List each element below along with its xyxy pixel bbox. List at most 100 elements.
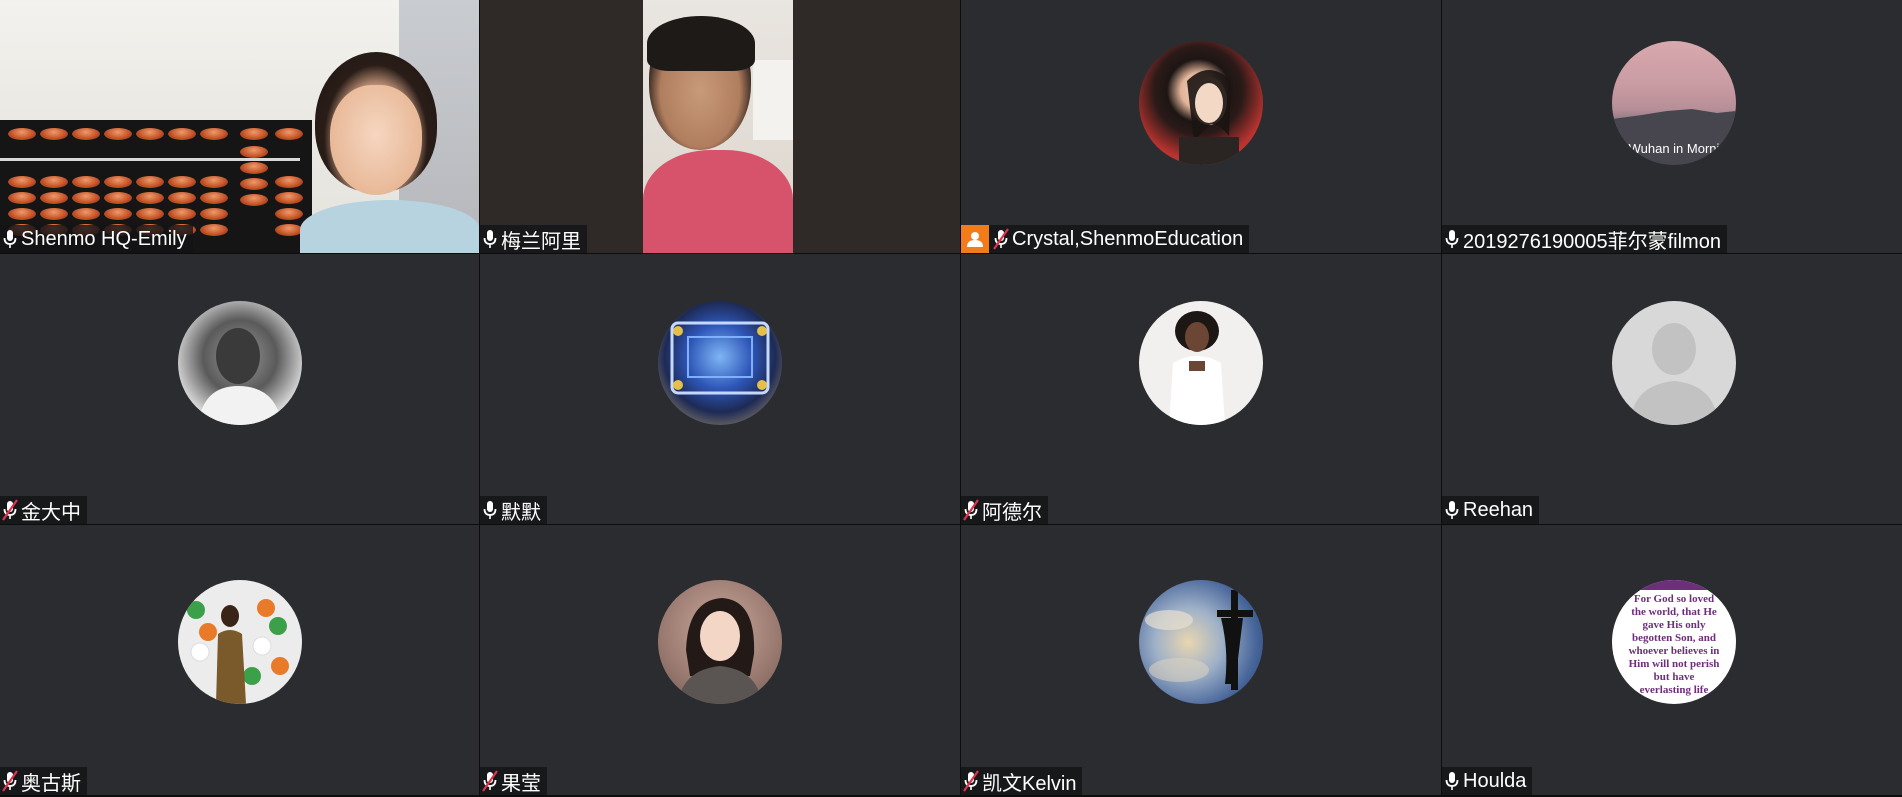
abacus-bead	[275, 128, 303, 140]
abacus-bead	[104, 208, 132, 220]
participant-tile-1[interactable]: Shenmo HQ-Emily	[0, 0, 479, 253]
abacus-bead	[168, 192, 196, 204]
participant-tile-10[interactable]: 果莹	[480, 525, 960, 795]
participant-name-tag: 奥古斯	[0, 767, 87, 795]
abacus-bead	[275, 208, 303, 220]
participant-name: 金大中	[21, 501, 81, 524]
participant-name-tag: 默默	[480, 496, 547, 524]
abacus-bead	[200, 128, 228, 140]
participant-avatar: For God so loved the world, that He gave…	[1611, 580, 1736, 704]
participant-name-tag: 金大中	[0, 496, 87, 524]
participant-name: 梅兰阿里	[501, 230, 581, 253]
gallery-view: Shenmo HQ-Emily 梅兰阿里 Crystal,ShenmoEduca…	[0, 0, 1902, 797]
participant-name-tag: Reehan	[1442, 496, 1540, 524]
participant-name-tag: Houlda	[1442, 767, 1533, 795]
participant-avatar: Wuhan in Morni	[1611, 41, 1736, 165]
participant-tile-2[interactable]: 梅兰阿里	[480, 0, 960, 253]
participant-video	[480, 0, 960, 253]
avatar-text-line: whoever believes in	[1628, 645, 1719, 657]
participant-name: Reehan	[1463, 498, 1534, 521]
microphone-icon	[483, 501, 497, 519]
participant-tile-11[interactable]: 凯文Kelvin	[961, 525, 1441, 795]
participant-name: Crystal,ShenmoEducation	[1012, 227, 1244, 250]
participant-name-tag: 2019276190005菲尔蒙filmon	[1442, 225, 1727, 253]
avatar-caption: Wuhan in Morni	[1628, 141, 1719, 156]
participant-name: Shenmo HQ-Emily	[21, 227, 187, 250]
abacus-bead	[168, 208, 196, 220]
avatar-text-line: Him will not perish	[1628, 658, 1719, 670]
abacus-bead	[136, 128, 164, 140]
abacus-bead	[136, 208, 164, 220]
abacus-bead	[72, 128, 100, 140]
participant-name-tag: 梅兰阿里	[480, 225, 587, 253]
abacus-bead	[136, 176, 164, 188]
abacus-bead	[72, 208, 100, 220]
participant-avatar	[658, 580, 782, 704]
abacus-bead	[275, 176, 303, 188]
participant-tile-6[interactable]: 默默	[480, 254, 960, 524]
participant-avatar	[658, 301, 782, 425]
abacus-bead	[240, 128, 268, 140]
abacus-bead	[40, 192, 68, 204]
abacus-bead	[200, 224, 228, 236]
abacus-bead	[240, 178, 268, 190]
abacus-bead	[240, 162, 268, 174]
microphone-muted-icon	[963, 770, 979, 792]
abacus-bead	[8, 208, 36, 220]
abacus-bead	[72, 176, 100, 188]
participant-name-tag: Crystal,ShenmoEducation	[961, 225, 1250, 253]
abacus-bead	[40, 128, 68, 140]
avatar-text-line: but have	[1653, 671, 1694, 683]
abacus-bead	[72, 192, 100, 204]
host-badge-icon	[961, 225, 989, 253]
avatar-text-line: everlasting life	[1639, 684, 1708, 696]
participant-avatar	[1139, 580, 1263, 704]
avatar-text-line: the world, that He	[1631, 606, 1717, 618]
abacus-bead	[200, 192, 228, 204]
microphone-icon	[3, 230, 17, 248]
microphone-icon	[1445, 230, 1459, 248]
participant-avatar	[177, 580, 302, 704]
avatar-text-line: For God so loved	[1633, 593, 1713, 605]
participant-avatar	[1139, 301, 1263, 425]
participant-name: Houlda	[1463, 769, 1527, 792]
default-avatar-icon	[1611, 301, 1736, 425]
participant-name: 果莹	[501, 772, 541, 795]
microphone-icon	[483, 230, 497, 248]
participant-tile-4[interactable]: Wuhan in Morni 2019276190005菲尔蒙filmon	[1442, 0, 1902, 253]
abacus-bead	[168, 176, 196, 188]
abacus-bead	[8, 176, 36, 188]
abacus-bead	[168, 128, 196, 140]
microphone-muted-icon	[2, 499, 18, 521]
abacus-bead	[8, 128, 36, 140]
abacus-bead	[104, 128, 132, 140]
participant-tile-12[interactable]: For God so loved the world, that He gave…	[1442, 525, 1902, 795]
abacus-bead	[104, 176, 132, 188]
abacus-bead	[200, 208, 228, 220]
microphone-muted-icon	[2, 770, 18, 792]
participant-name: 2019276190005菲尔蒙filmon	[1463, 230, 1721, 253]
participant-avatar	[1139, 41, 1263, 165]
participant-name: 默默	[501, 501, 541, 524]
abacus-bead	[275, 224, 303, 236]
abacus-bead	[8, 192, 36, 204]
microphone-muted-icon	[482, 770, 498, 792]
participant-tile-3[interactable]: Crystal,ShenmoEducation	[961, 0, 1441, 253]
abacus-bead	[104, 192, 132, 204]
participant-name-tag: 凯文Kelvin	[961, 767, 1083, 795]
participant-tile-7[interactable]: 阿德尔	[961, 254, 1441, 524]
abacus-bead	[240, 146, 268, 158]
participant-name: 阿德尔	[982, 501, 1042, 524]
abacus-bead	[240, 194, 268, 206]
participant-name: 奥古斯	[21, 772, 81, 795]
participant-name: 凯文Kelvin	[982, 772, 1077, 795]
participant-name-tag: 果莹	[480, 767, 547, 795]
participant-tile-8[interactable]: Reehan	[1442, 254, 1902, 524]
participant-tile-9[interactable]: 奥古斯	[0, 525, 479, 795]
participant-name-tag: 阿德尔	[961, 496, 1048, 524]
participant-tile-5[interactable]: 金大中	[0, 254, 479, 524]
participant-avatar	[177, 301, 302, 425]
abacus-bead	[275, 192, 303, 204]
avatar-text-line: gave His only	[1642, 619, 1705, 631]
abacus-bead	[200, 176, 228, 188]
